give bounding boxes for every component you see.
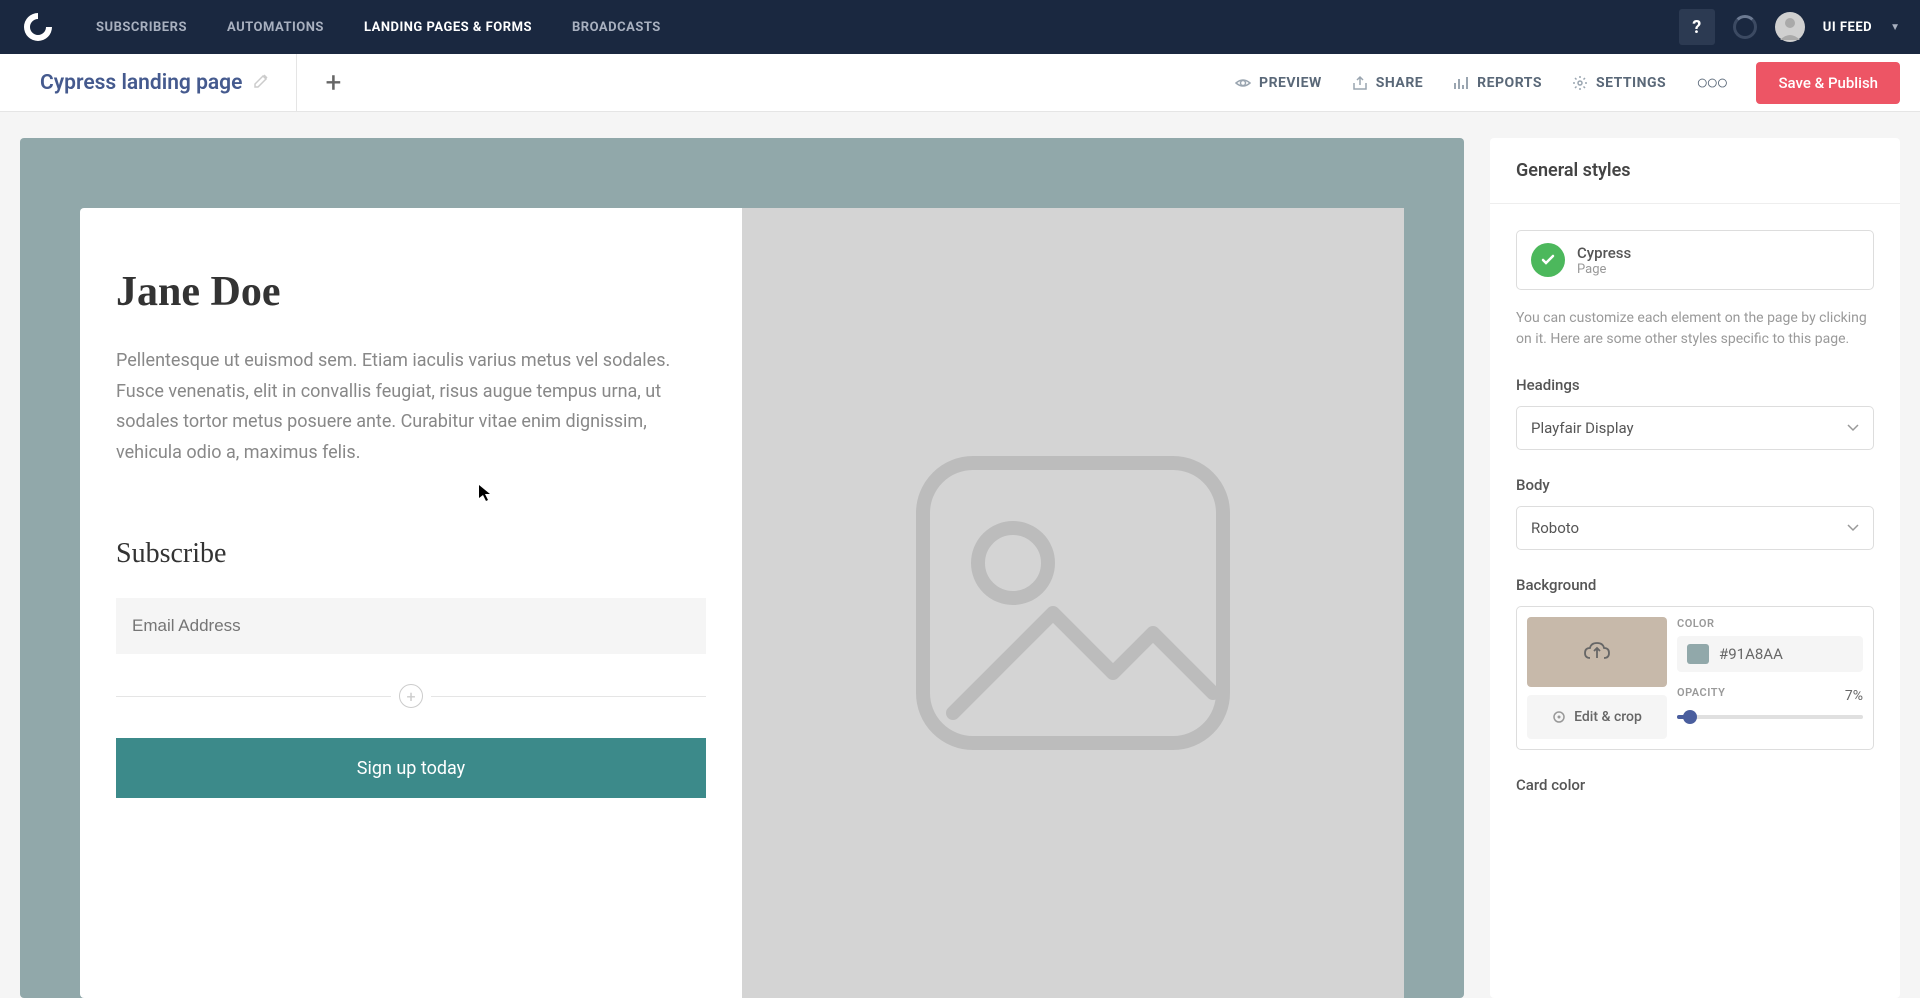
- email-input[interactable]: [116, 598, 706, 654]
- settings-button[interactable]: SETTINGS: [1572, 75, 1666, 91]
- image-placeholder-icon: [913, 453, 1233, 753]
- sidebar: General styles Cypress Page You can cust…: [1490, 138, 1900, 998]
- preview-button[interactable]: PREVIEW: [1235, 75, 1322, 91]
- body-select[interactable]: Roboto: [1516, 506, 1874, 550]
- chevron-down-icon[interactable]: ▼: [1890, 22, 1900, 33]
- slider-knob[interactable]: [1683, 710, 1697, 724]
- color-input[interactable]: #91A8AA: [1677, 636, 1863, 672]
- page-title: Cypress landing page: [40, 71, 242, 95]
- background-upload[interactable]: [1527, 617, 1667, 687]
- main: Jane Doe Pellentesque ut euismod sem. Et…: [0, 112, 1920, 998]
- more-button[interactable]: ○○○: [1696, 70, 1726, 95]
- body-label: Body: [1516, 476, 1874, 494]
- template-name: Cypress: [1577, 244, 1631, 262]
- canvas[interactable]: Jane Doe Pellentesque ut euismod sem. Et…: [20, 138, 1464, 998]
- add-field-divider: +: [116, 684, 706, 708]
- check-icon: [1531, 243, 1565, 277]
- color-swatch: [1687, 644, 1709, 664]
- opacity-slider[interactable]: [1677, 715, 1863, 719]
- divider: [296, 54, 297, 112]
- background-label: Background: [1516, 576, 1874, 594]
- upload-icon: [1583, 640, 1611, 664]
- opacity-label: OPACITY: [1677, 686, 1725, 699]
- card-heading[interactable]: Jane Doe: [116, 268, 706, 316]
- nav-right: ? UI FEED ▼: [1679, 9, 1900, 45]
- nav-landing-pages[interactable]: LANDING PAGES & FORMS: [364, 20, 532, 35]
- template-selector[interactable]: Cypress Page: [1516, 230, 1874, 290]
- header-actions: PREVIEW SHARE REPORTS SETTINGS ○○○ Save …: [1235, 62, 1900, 104]
- card: Jane Doe Pellentesque ut euismod sem. Et…: [80, 208, 1404, 998]
- chevron-down-icon: [1847, 424, 1859, 432]
- preview-label: PREVIEW: [1259, 75, 1322, 91]
- add-page-button[interactable]: +: [325, 66, 341, 99]
- sidebar-body: Cypress Page You can customize each elem…: [1490, 204, 1900, 832]
- subscribe-heading[interactable]: Subscribe: [116, 538, 706, 570]
- help-button[interactable]: ?: [1679, 9, 1715, 45]
- opacity-value: 7%: [1845, 688, 1863, 704]
- top-nav: SUBSCRIBERS AUTOMATIONS LANDING PAGES & …: [0, 0, 1920, 54]
- edit-crop-button[interactable]: Edit & crop: [1527, 695, 1667, 739]
- share-icon: [1352, 75, 1368, 91]
- nav-broadcasts[interactable]: BROADCASTS: [572, 20, 661, 35]
- avatar[interactable]: [1775, 12, 1805, 42]
- chevron-down-icon: [1847, 524, 1859, 532]
- template-sub: Page: [1577, 262, 1631, 277]
- color-value: #91A8AA: [1719, 645, 1783, 663]
- save-publish-button[interactable]: Save & Publish: [1756, 62, 1900, 104]
- user-menu[interactable]: UI FEED: [1823, 20, 1872, 35]
- nav-subscribers[interactable]: SUBSCRIBERS: [96, 20, 187, 35]
- headings-label: Headings: [1516, 376, 1874, 394]
- headings-select[interactable]: Playfair Display: [1516, 406, 1874, 450]
- sub-header: Cypress landing page + PREVIEW SHARE REP…: [0, 54, 1920, 112]
- nav-automations[interactable]: AUTOMATIONS: [227, 20, 324, 35]
- share-label: SHARE: [1376, 75, 1423, 91]
- image-placeholder-area[interactable]: [742, 208, 1404, 998]
- cursor-icon: [478, 484, 492, 502]
- target-icon: [1552, 710, 1566, 724]
- reports-label: REPORTS: [1477, 75, 1542, 91]
- edit-title-icon[interactable]: [254, 73, 268, 92]
- body-value: Roboto: [1531, 519, 1579, 537]
- headings-value: Playfair Display: [1531, 419, 1634, 437]
- hint-text: You can customize each element on the pa…: [1516, 308, 1874, 350]
- nav-items: SUBSCRIBERS AUTOMATIONS LANDING PAGES & …: [96, 20, 1679, 35]
- edit-crop-label: Edit & crop: [1574, 709, 1642, 725]
- background-section: Edit & crop COLOR #91A8AA OPACITY 7%: [1516, 606, 1874, 750]
- reports-button[interactable]: REPORTS: [1453, 75, 1542, 91]
- card-left: Jane Doe Pellentesque ut euismod sem. Et…: [80, 208, 742, 998]
- chart-icon: [1453, 75, 1469, 91]
- card-color-label: Card color: [1516, 776, 1874, 794]
- add-field-button[interactable]: +: [399, 684, 423, 708]
- logo[interactable]: [20, 9, 56, 45]
- subscribe-button[interactable]: Sign up today: [116, 738, 706, 798]
- sidebar-title: General styles: [1490, 138, 1900, 204]
- color-label: COLOR: [1677, 617, 1863, 630]
- eye-icon: [1235, 75, 1251, 91]
- gear-icon: [1572, 75, 1588, 91]
- loading-spinner-icon: [1733, 15, 1757, 39]
- share-button[interactable]: SHARE: [1352, 75, 1423, 91]
- settings-label: SETTINGS: [1596, 75, 1666, 91]
- card-body-text[interactable]: Pellentesque ut euismod sem. Etiam iacul…: [116, 346, 706, 468]
